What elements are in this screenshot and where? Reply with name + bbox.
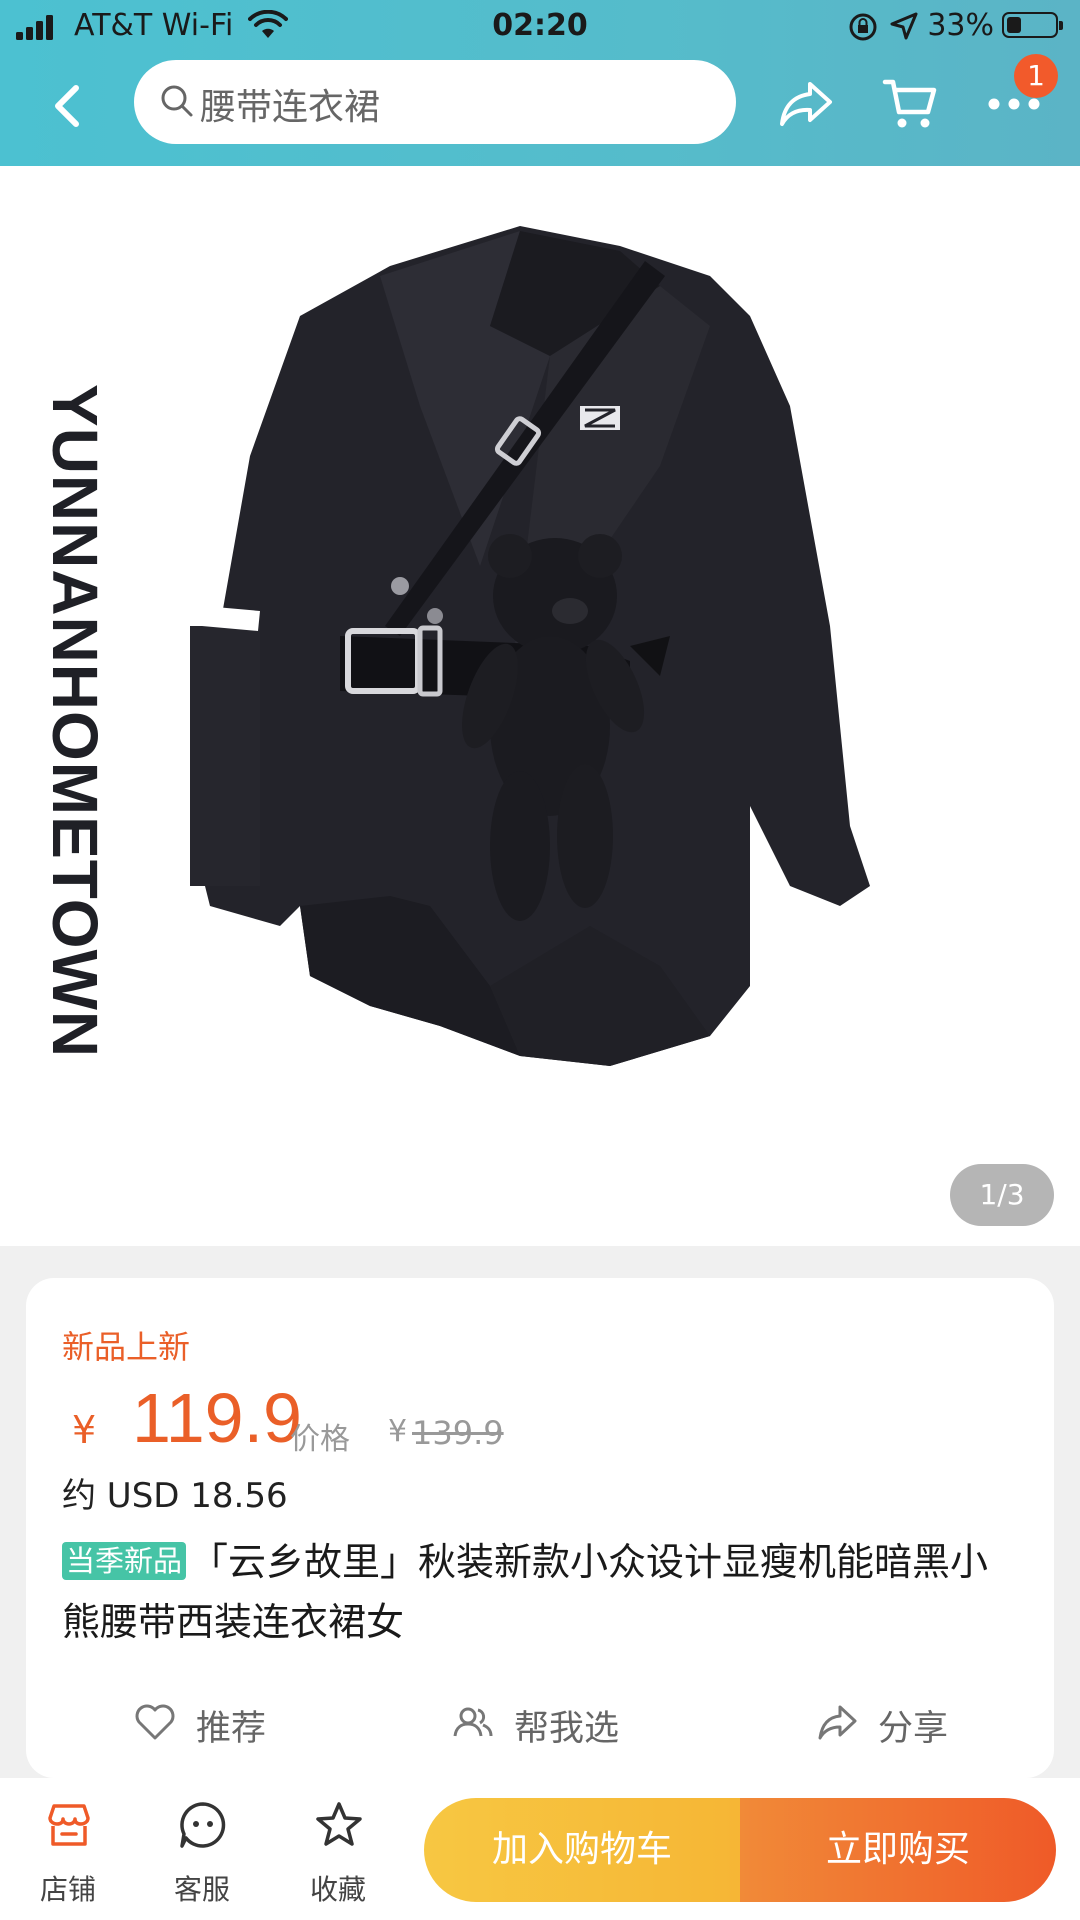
buy-now-button[interactable]: 立即购买 bbox=[740, 1798, 1056, 1902]
product-title: 当季新品 「云乡故里」秋装新款小众设计显瘦机能暗黑小熊腰带西装连衣裙女 bbox=[62, 1532, 1022, 1652]
recommend-label: 推荐 bbox=[196, 1709, 267, 1749]
store-tab[interactable]: 店铺 bbox=[18, 1800, 118, 1910]
favorite-tab[interactable]: 收藏 bbox=[288, 1800, 388, 1910]
help-choose-button[interactable]: 帮我选 bbox=[452, 1688, 642, 1758]
search-input[interactable]: 腰带连衣裙 bbox=[134, 60, 736, 144]
price-row: ¥ 119.9 价格 ¥ 139.9 bbox=[62, 1379, 962, 1466]
people-icon bbox=[453, 1707, 493, 1737]
heart-icon bbox=[135, 1704, 175, 1740]
original-price-label: 价格 bbox=[290, 1422, 350, 1457]
product-gallery[interactable]: YUNNANHOMETOWN 1/3 bbox=[0, 166, 1080, 1246]
product-info-card: 新品上新 ¥ 119.9 价格 ¥ 139.9 约 USD 18.56 当季新品… bbox=[26, 1278, 1054, 1778]
brand-watermark: YUNNANHOMETOWN bbox=[39, 384, 111, 1059]
new-arrival-tag: 新品上新 bbox=[62, 1328, 191, 1366]
search-icon bbox=[161, 85, 193, 117]
bottom-bar: 店铺 客服 收藏 加入购物车 立即购买 bbox=[0, 1778, 1080, 1920]
orientation-lock-icon bbox=[849, 13, 877, 41]
status-bar: AT&T Wi-Fi 02:20 33% bbox=[0, 0, 1080, 52]
price-currency: ¥ bbox=[72, 1408, 97, 1452]
page-indicator: 1/3 bbox=[950, 1164, 1054, 1226]
star-icon bbox=[316, 1802, 362, 1846]
add-to-cart-button[interactable]: 加入购物车 bbox=[424, 1798, 740, 1902]
original-price-currency: ¥ bbox=[388, 1414, 408, 1449]
store-label: 店铺 bbox=[39, 1873, 96, 1906]
action-row: 推荐 帮我选 分享 bbox=[26, 1688, 1054, 1758]
original-price-value: 139.9 bbox=[412, 1414, 504, 1452]
battery-icon bbox=[1002, 12, 1063, 38]
store-icon bbox=[48, 1804, 90, 1846]
share-label: 分享 bbox=[878, 1709, 949, 1749]
usd-price: 约 USD 18.56 bbox=[62, 1476, 288, 1516]
battery-percent: 33% bbox=[927, 8, 994, 43]
cart-icon[interactable] bbox=[882, 76, 938, 132]
season-tag: 当季新品 bbox=[62, 1542, 187, 1580]
location-icon bbox=[890, 12, 918, 40]
share-icon bbox=[818, 1705, 857, 1740]
favorite-label: 收藏 bbox=[309, 1873, 366, 1906]
clock: 02:20 bbox=[492, 8, 588, 43]
product-title-text: 「云乡故里」秋装新款小众设计显瘦机能暗黑小熊腰带西装连衣裙女 bbox=[62, 1540, 989, 1644]
top-header: AT&T Wi-Fi 02:20 33% 腰带连衣裙 1 bbox=[0, 0, 1080, 166]
cart-badge: 1 bbox=[1014, 54, 1058, 98]
service-label: 客服 bbox=[173, 1873, 230, 1906]
service-tab[interactable]: 客服 bbox=[152, 1800, 252, 1910]
cta-group: 加入购物车 立即购买 bbox=[424, 1798, 1056, 1902]
product-image bbox=[190, 226, 870, 1066]
help-choose-label: 帮我选 bbox=[514, 1709, 620, 1749]
share-icon[interactable] bbox=[778, 78, 834, 130]
customer-service-icon bbox=[180, 1802, 226, 1848]
share-button[interactable]: 分享 bbox=[816, 1688, 966, 1758]
nav-bar: 腰带连衣裙 1 bbox=[0, 54, 1080, 156]
back-icon[interactable] bbox=[42, 78, 92, 134]
search-query: 腰带连衣裙 bbox=[200, 87, 381, 128]
recommend-button[interactable]: 推荐 bbox=[134, 1688, 284, 1758]
price-value: 119.9 bbox=[132, 1379, 302, 1457]
